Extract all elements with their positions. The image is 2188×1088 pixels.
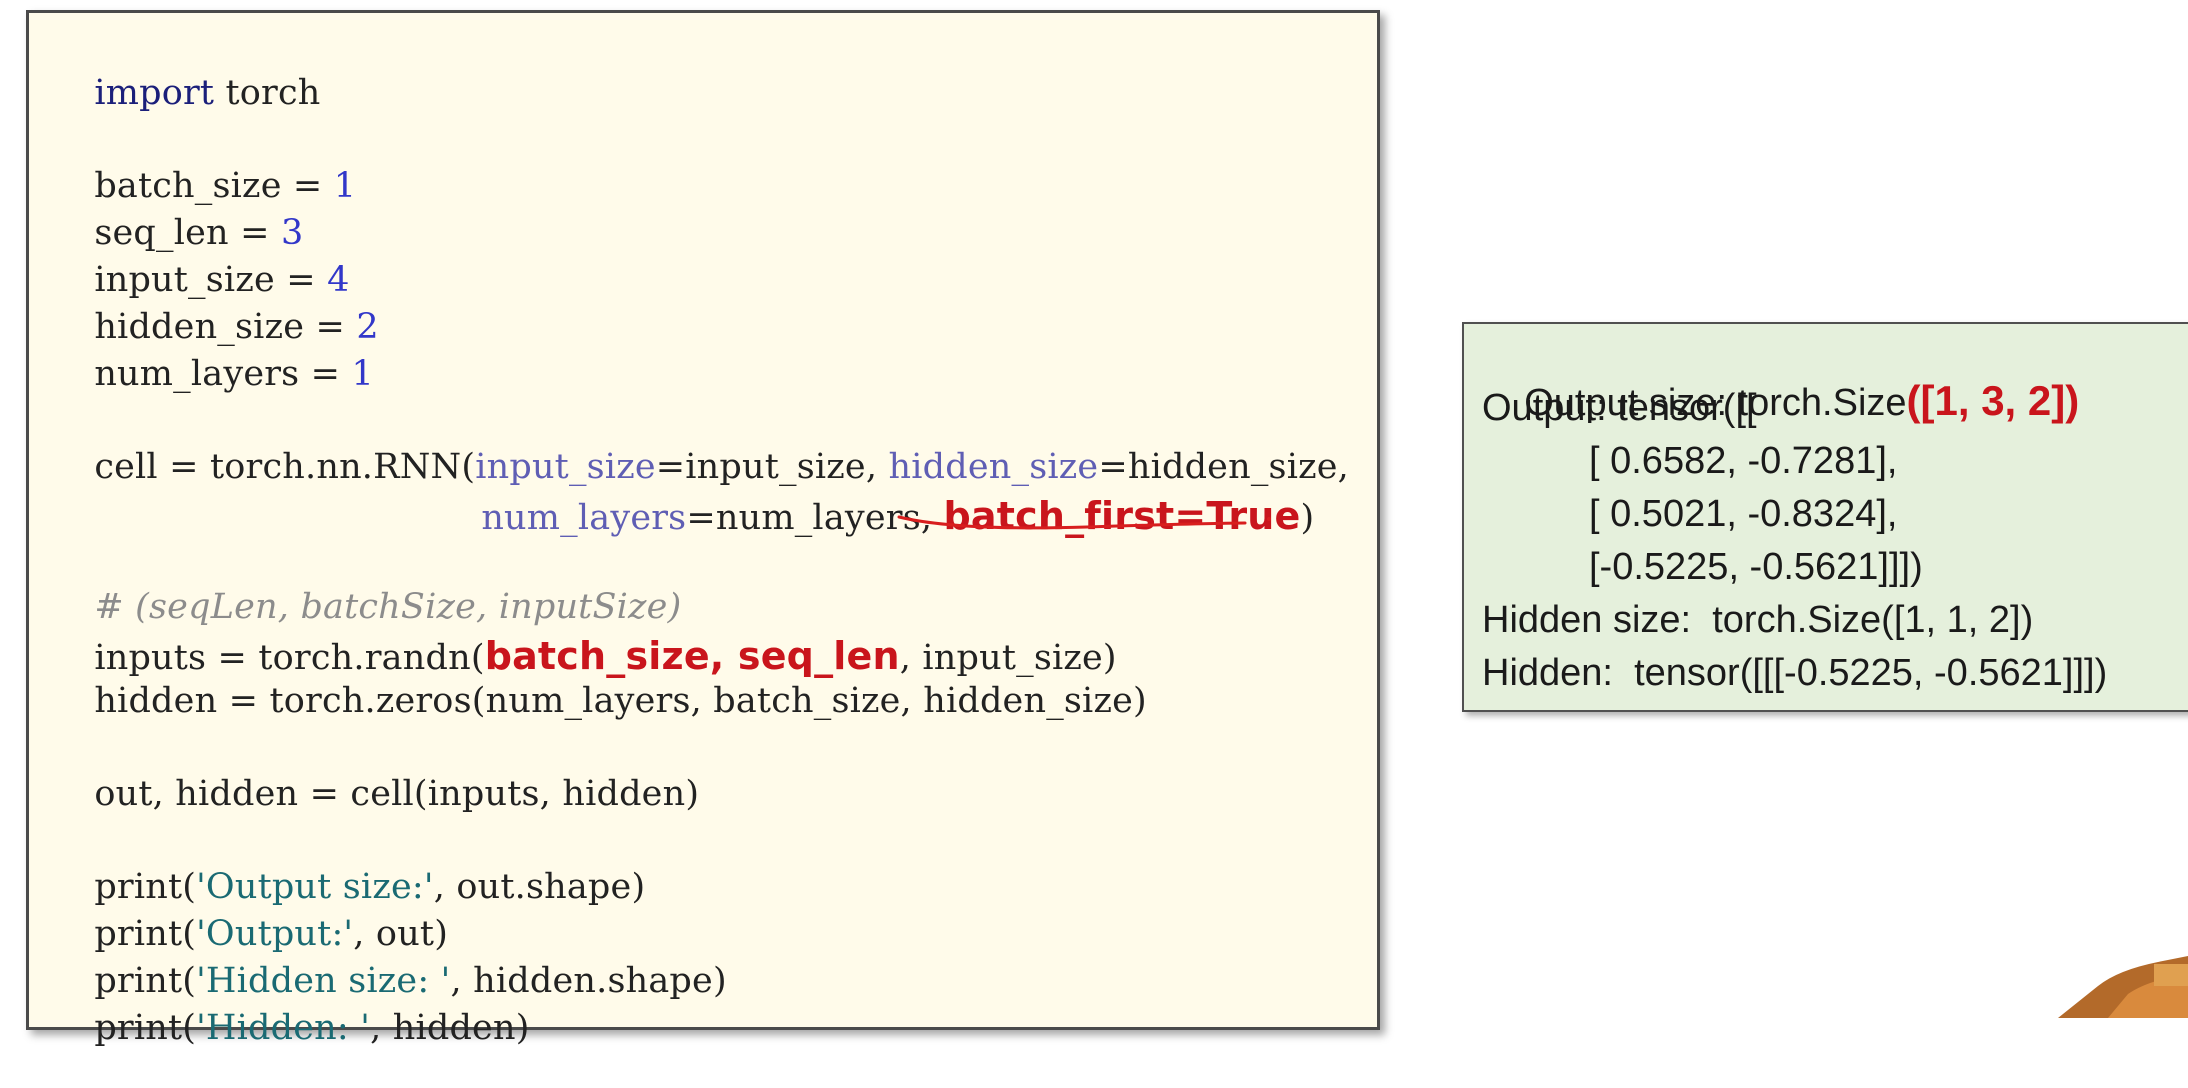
output-panel: Output size: torch.Size([1, 3, 2]) Outpu… <box>1462 322 2188 712</box>
output-row-1: [ 0.6582, -0.7281], <box>1589 440 1898 482</box>
code-line-print-hidden: print('Hidden: ', hidden) <box>49 968 530 1088</box>
operator: = <box>299 354 352 394</box>
output-row-3: [-0.5225, -0.5621]]]) <box>1589 546 1923 588</box>
highlight-output-shape: ([1, 3, 2]) <box>1906 377 2080 424</box>
code-text: torch <box>214 73 321 113</box>
string-literal: 'Hidden: ' <box>196 1008 371 1048</box>
code-text: out, hidden = cell(inputs, hidden) <box>94 774 700 814</box>
code-text: ) <box>1300 498 1315 538</box>
output-line-tensor: Output: tensor([[ <box>1482 387 1757 429</box>
number-value: 1 <box>333 166 357 206</box>
var-name: num_layers <box>94 354 300 394</box>
code-text: print( <box>94 1008 197 1048</box>
param-num-layers: num_layers <box>481 498 687 538</box>
keyword-import: import <box>94 73 215 113</box>
red-underline-annotation <box>897 515 1271 530</box>
code-text: , out.shape) <box>433 867 646 907</box>
number-value: 1 <box>351 354 374 394</box>
output-line-hidden-size: Hidden size: torch.Size([1, 1, 2]) <box>1482 599 2034 641</box>
corner-object-decoration <box>2058 956 2188 1018</box>
code-text: , hidden) <box>370 1008 530 1048</box>
code-text: hidden = torch.zeros(num_layers, batch_s… <box>94 681 1147 721</box>
code-text: cell = torch.nn.RNN( <box>94 447 476 487</box>
output-line-hidden: Hidden: tensor([[[-0.5225, -0.5621]]]) <box>1482 652 2108 694</box>
code-panel: import torch batch_size = 1 seq_len = 3 … <box>26 10 1380 1048</box>
output-row-2: [ 0.5021, -0.8324], <box>1589 493 1898 535</box>
